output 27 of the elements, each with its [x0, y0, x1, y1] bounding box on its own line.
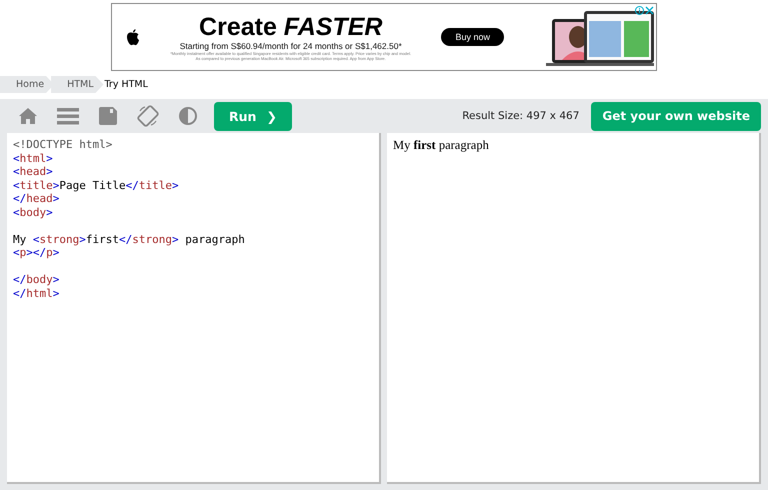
- result-size-text: Result Size: 497 x 467: [462, 110, 580, 122]
- breadcrumb-link[interactable]: Try HTML: [100, 76, 158, 93]
- code-line: <!DOCTYPE html>: [13, 138, 114, 152]
- code-line: <head>: [13, 165, 54, 178]
- ad-price-text: Starting from S$60.94/month for 24 months or S$1,462.50*: [180, 40, 402, 50]
- save-icon: [99, 107, 117, 125]
- code-line: <title>Page Title</title>: [13, 178, 180, 192]
- info-icon[interactable]: [635, 6, 644, 15]
- code-line: </html>: [13, 286, 60, 300]
- ad-headline: Create FASTER: [199, 14, 382, 40]
- code-line: </head>: [13, 192, 60, 206]
- ad-banner[interactable]: [111, 3, 657, 71]
- rotate-icon: [137, 105, 159, 127]
- close-icon[interactable]: [645, 6, 654, 15]
- code-line: My <strong>first</strong> paragraph: [13, 232, 246, 246]
- home-icon: [18, 107, 38, 125]
- buy-now-button[interactable]: Buy now: [441, 28, 504, 46]
- result-paragraph: My first paragraph: [393, 138, 490, 153]
- contrast-icon: [179, 107, 197, 125]
- code-line: <body>: [13, 206, 54, 219]
- menu-icon: [57, 107, 79, 125]
- code-line: </body>: [13, 273, 60, 286]
- code-editor[interactable]: <!DOCTYPE html> <html> <head> <title>Page Title</title> </head> <body> My <strong>first</strong> paragraph <p></p> </body> </html>: [7, 133, 381, 484]
- apple-logo-icon: [126, 28, 140, 46]
- breadcrumb-link[interactable]: HTML: [51, 76, 104, 93]
- code-line: <p></p>: [13, 246, 60, 260]
- code-line: <html>: [13, 152, 54, 165]
